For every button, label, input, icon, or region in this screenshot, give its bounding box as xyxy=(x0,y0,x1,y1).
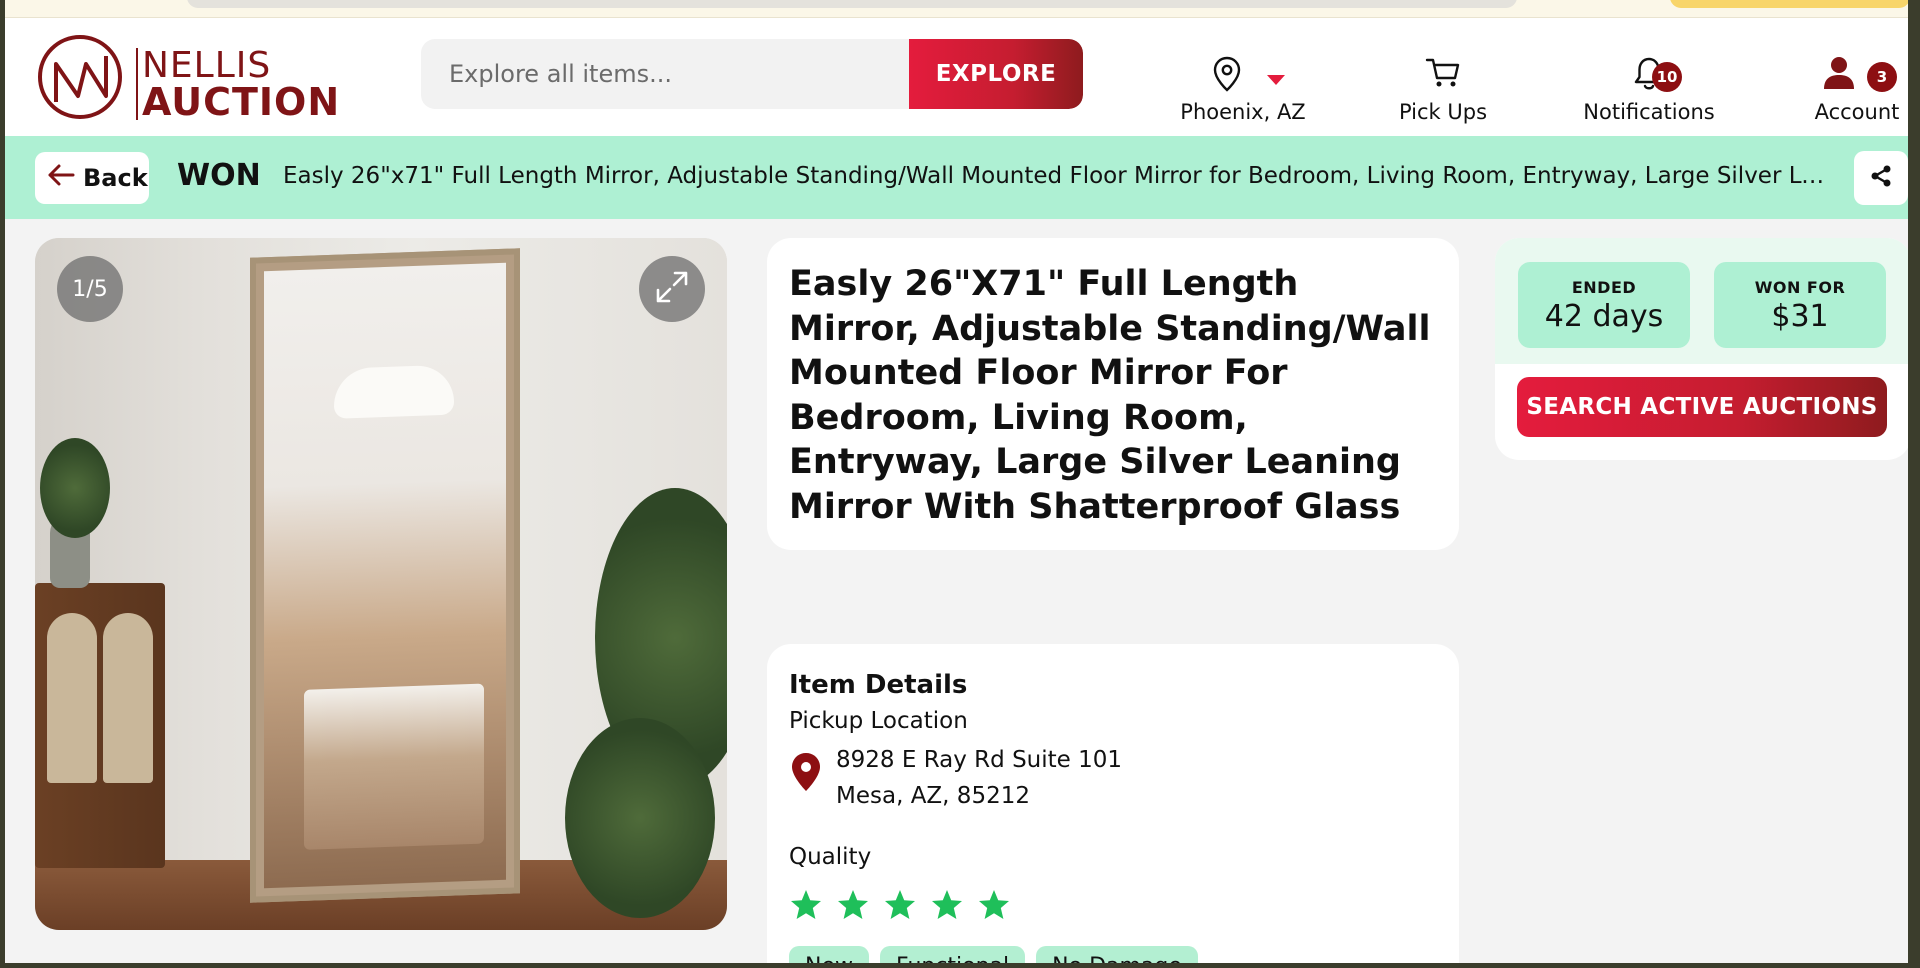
condition-tags: New Functional No Damage xyxy=(789,946,1437,963)
share-button[interactable] xyxy=(1854,151,1908,205)
image-counter: 1/5 xyxy=(57,256,123,322)
won-for-value: $31 xyxy=(1771,299,1829,334)
location-label: Phoenix, AZ xyxy=(1180,100,1306,124)
won-status-bar: Back WON Easly 26"x71" Full Length Mirro… xyxy=(5,136,1908,219)
logo-mark-icon xyxy=(38,35,122,119)
quality-stars xyxy=(789,888,1437,926)
item-details-heading: Item Details xyxy=(789,670,968,700)
star-icon xyxy=(977,888,1011,926)
logo-word-nellis: NELLIS xyxy=(142,45,272,86)
nav-notifications[interactable]: 10 Notifications xyxy=(1579,38,1719,124)
top-strip-button[interactable] xyxy=(1670,0,1908,8)
star-icon xyxy=(789,888,823,926)
explore-button[interactable]: EXPLORE xyxy=(909,39,1083,109)
condition-tag: Functional xyxy=(880,946,1026,963)
pickups-label: Pick Ups xyxy=(1398,100,1488,124)
won-item-title: Easly 26"x71" Full Length Mirror, Adjust… xyxy=(283,163,1833,189)
ended-label: ENDED xyxy=(1571,278,1637,297)
browser-top-strip xyxy=(5,0,1908,18)
back-button[interactable]: Back xyxy=(35,152,149,204)
map-pin-icon xyxy=(1213,56,1241,97)
item-title-card: Easly 26"X71" Full Length Mirror, Adjust… xyxy=(767,238,1459,550)
nellis-logo[interactable]: NELLIS AUCTION xyxy=(38,34,339,121)
search-input[interactable] xyxy=(421,39,901,109)
pickup-location-label: Pickup Location xyxy=(789,708,968,734)
image-plant-left xyxy=(40,438,110,538)
image-cabinet xyxy=(35,583,165,868)
browser-viewport: NELLIS AUCTION EXPLORE Phoenix, AZ Pick … xyxy=(5,0,1908,963)
ended-value: 42 days xyxy=(1544,299,1664,334)
search-active-auctions-button[interactable]: SEARCH ACTIVE AUCTIONS xyxy=(1517,377,1887,437)
won-label: WON xyxy=(177,158,261,193)
expand-icon xyxy=(655,270,689,308)
condition-tag: New xyxy=(789,946,869,963)
ended-stat: ENDED 42 days xyxy=(1518,262,1690,348)
won-for-label: WON FOR xyxy=(1754,278,1846,297)
user-icon xyxy=(1823,56,1855,95)
notifications-label: Notifications xyxy=(1583,100,1715,124)
notifications-count-badge: 10 xyxy=(1652,62,1682,92)
star-icon xyxy=(930,888,964,926)
account-label: Account xyxy=(1814,100,1900,124)
address-line-2: Mesa, AZ, 85212 xyxy=(836,783,1030,809)
nav-location[interactable]: Phoenix, AZ xyxy=(1165,38,1321,124)
search-bar: EXPLORE xyxy=(421,39,1083,109)
site-header: NELLIS AUCTION EXPLORE Phoenix, AZ Pick … xyxy=(5,18,1908,136)
image-plant-right-lower xyxy=(565,718,715,918)
cart-icon xyxy=(1425,56,1461,93)
location-pin-icon xyxy=(791,752,821,803)
condition-tag: No Damage xyxy=(1036,946,1198,963)
account-count-badge: 3 xyxy=(1867,62,1897,92)
star-icon xyxy=(883,888,917,926)
quality-label: Quality xyxy=(789,844,872,870)
chevron-down-icon[interactable] xyxy=(1265,68,1287,92)
logo-word-auction: AUCTION xyxy=(142,80,341,124)
item-title: Easly 26"X71" Full Length Mirror, Adjust… xyxy=(789,264,1431,527)
arrow-left-icon xyxy=(47,163,75,193)
share-icon xyxy=(1869,164,1893,192)
back-label: Back xyxy=(83,164,148,192)
product-image[interactable]: 1/5 xyxy=(35,238,727,930)
top-strip-bar xyxy=(187,0,1517,8)
auction-result-card: ENDED 42 days WON FOR $31 SEARCH ACTIVE … xyxy=(1495,238,1908,460)
item-details-card: Item Details Pickup Location 8928 E Ray … xyxy=(767,644,1459,963)
address-line-1: 8928 E Ray Rd Suite 101 xyxy=(836,747,1123,773)
expand-image-button[interactable] xyxy=(639,256,705,322)
star-icon xyxy=(836,888,870,926)
won-for-stat: WON FOR $31 xyxy=(1714,262,1886,348)
logo-divider xyxy=(136,48,138,120)
image-mirror xyxy=(250,248,520,903)
nav-account[interactable]: 3 Account xyxy=(1809,38,1905,124)
pickup-address[interactable]: 8928 E Ray Rd Suite 101 Mesa, AZ, 85212 xyxy=(789,742,1437,814)
nav-pickups[interactable]: Pick Ups xyxy=(1383,38,1503,124)
